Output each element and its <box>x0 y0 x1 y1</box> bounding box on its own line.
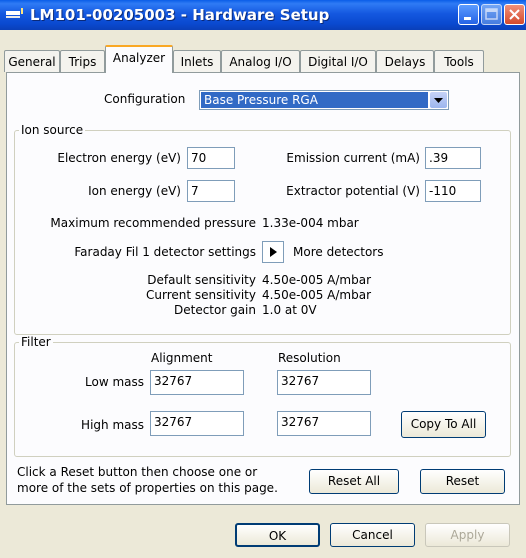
play-arrow-icon <box>270 247 277 257</box>
alignment-header: Alignment <box>151 351 213 365</box>
current-sensitivity-label: Current sensitivity <box>146 288 256 302</box>
tab-label: Inlets <box>180 55 214 69</box>
maximize-button[interactable] <box>481 4 502 25</box>
app-icon <box>6 8 23 18</box>
configuration-label: Configuration <box>104 92 186 106</box>
ion-source-legend: Ion source <box>19 123 86 137</box>
close-icon <box>509 9 520 20</box>
close-button[interactable] <box>504 4 525 25</box>
reset-hint-line2: more of the sets of properties on this p… <box>17 481 278 495</box>
minimize-icon <box>464 17 471 20</box>
emission-current-label: Emission current (mA) <box>286 151 420 165</box>
electron-energy-field[interactable]: 70 <box>187 147 235 169</box>
more-detectors-label: More detectors <box>293 245 384 259</box>
ok-button[interactable]: OK <box>235 523 320 547</box>
tab-label: Digital I/O <box>308 55 368 69</box>
filter-legend: Filter <box>19 335 53 349</box>
default-sensitivity-label: Default sensitivity <box>147 273 256 287</box>
maximize-icon <box>485 8 498 20</box>
ion-energy-field[interactable]: 7 <box>187 180 235 202</box>
tab-label: Analyzer <box>112 51 166 65</box>
configuration-value: Base Pressure RGA <box>201 92 428 108</box>
tab-trips[interactable]: Trips <box>60 50 105 72</box>
tab-general[interactable]: General <box>4 50 60 72</box>
tab-label: Tools <box>444 55 474 69</box>
high-mass-resolution-field[interactable]: 32767 <box>277 411 371 436</box>
cancel-button[interactable]: Cancel <box>330 523 415 547</box>
tab-analyzer[interactable]: Analyzer <box>105 45 173 73</box>
default-sensitivity-value: 4.50e-005 A/mbar <box>262 273 371 287</box>
extractor-potential-label: Extractor potential (V) <box>286 184 420 198</box>
max-pressure-value: 1.33e-004 mbar <box>262 216 359 230</box>
resolution-header: Resolution <box>278 351 341 365</box>
minimize-button[interactable] <box>458 4 479 25</box>
configuration-dropdown-button[interactable] <box>430 92 447 108</box>
high-mass-alignment-field[interactable]: 32767 <box>150 411 244 436</box>
tab-tools[interactable]: Tools <box>434 50 484 72</box>
tab-label: Delays <box>384 55 426 69</box>
more-detectors-button[interactable] <box>262 241 284 263</box>
apply-button[interactable]: Apply <box>425 523 510 547</box>
configuration-select[interactable]: Base Pressure RGA <box>199 90 449 110</box>
title-bar[interactable]: LM101-00205003 - Hardware Setup <box>0 0 526 30</box>
extractor-potential-field[interactable]: -110 <box>425 180 481 202</box>
tab-analog-io[interactable]: Analog I/O <box>221 50 300 72</box>
detector-gain-label: Detector gain <box>173 303 256 317</box>
current-sensitivity-value: 4.50e-005 A/mbar <box>262 288 371 302</box>
tab-delays[interactable]: Delays <box>376 50 434 72</box>
detector-settings-label: Faraday Fil 1 detector settings <box>74 245 256 259</box>
window-title: LM101-00205003 - Hardware Setup <box>30 6 330 24</box>
filter-group <box>14 342 511 457</box>
ion-energy-label: Ion energy (eV) <box>88 184 181 198</box>
electron-energy-label: Electron energy (eV) <box>57 151 181 165</box>
tab-inlets[interactable]: Inlets <box>173 50 221 72</box>
reset-hint-line1: Click a Reset button then choose one or <box>17 465 258 479</box>
chevron-down-icon <box>434 98 443 103</box>
hardware-setup-window: LM101-00205003 - Hardware Setup General … <box>0 0 526 558</box>
high-mass-label: High mass <box>81 418 144 432</box>
tab-label: General <box>8 55 56 69</box>
tab-label: Trips <box>68 55 97 69</box>
detector-gain-value: 1.0 at 0V <box>262 303 317 317</box>
emission-current-field[interactable]: .39 <box>425 147 481 169</box>
reset-all-button[interactable]: Reset All <box>309 469 399 494</box>
low-mass-resolution-field[interactable]: 32767 <box>277 370 371 395</box>
max-pressure-label: Maximum recommended pressure <box>50 216 256 230</box>
low-mass-alignment-field[interactable]: 32767 <box>150 370 244 395</box>
low-mass-label: Low mass <box>85 375 144 389</box>
tab-digital-io[interactable]: Digital I/O <box>300 50 376 72</box>
tab-label: Analog I/O <box>229 55 292 69</box>
reset-button[interactable]: Reset <box>420 469 505 494</box>
copy-to-all-button[interactable]: Copy To All <box>401 411 486 438</box>
